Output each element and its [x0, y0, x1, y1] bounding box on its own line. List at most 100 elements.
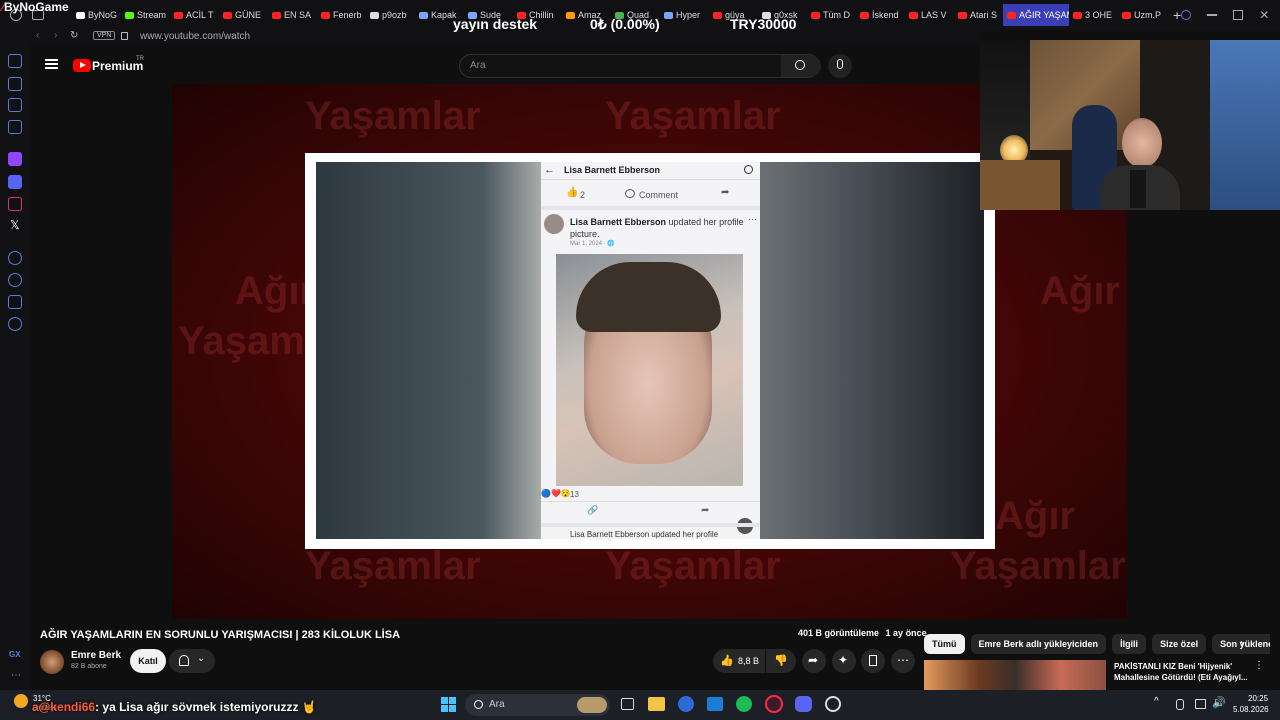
like-icon: 👍 — [566, 187, 579, 198]
x-icon[interactable]: 𝕏 — [10, 218, 20, 232]
messenger-icon[interactable] — [8, 98, 22, 112]
discord-icon[interactable] — [795, 696, 812, 712]
browser-tab[interactable]: GÜNE — [219, 4, 268, 26]
tab-favicon-icon — [76, 11, 85, 19]
tab-label: p9ozb — [382, 10, 407, 20]
browser-tab[interactable]: Tüm D — [807, 4, 856, 26]
vpn-badge[interactable]: VPN — [93, 31, 116, 40]
browser-tab[interactable]: EN SA — [268, 4, 317, 26]
like-button[interactable]: 👍 8,8 B — [713, 649, 765, 673]
search-icon — [795, 60, 805, 70]
close-icon[interactable]: ✕ — [1259, 8, 1269, 22]
bot-icon[interactable] — [8, 77, 22, 91]
bg-word: Ağır — [1040, 269, 1120, 313]
tray-app-icon[interactable] — [1176, 699, 1184, 710]
chevron-down-icon: ⌄ — [197, 653, 206, 664]
browser-tab[interactable]: Atari S — [954, 4, 1003, 26]
chip-uploader[interactable]: Emre Berk adlı yükleyiciden — [970, 634, 1107, 654]
tab-label: Tüm D — [823, 10, 850, 20]
streamer-brand-logo: ⁄ByNoGame — [2, 0, 69, 14]
view-count: 401 B görüntüleme — [798, 628, 880, 638]
browser-tab[interactable]: Fenerb — [317, 4, 366, 26]
tray-chevron-icon[interactable]: ^ — [1154, 696, 1159, 707]
browser-tab[interactable]: AĞIR YAŞAM — [1003, 4, 1069, 26]
lock-icon — [121, 32, 128, 40]
clock-date[interactable]: 5.08.2026 — [1233, 705, 1269, 714]
video-title: AĞIR YAŞAMLARIN EN SORUNLU YARIŞMACISI |… — [40, 629, 401, 641]
taskbar-search[interactable]: Ara — [465, 694, 610, 716]
browser-tab[interactable]: ByNoG — [72, 4, 121, 26]
search-button[interactable] — [781, 55, 821, 77]
join-button[interactable]: Katıl — [130, 649, 166, 673]
url-text[interactable]: www.youtube.com/watch — [140, 31, 250, 42]
chip-for-you[interactable]: Size özel — [1152, 634, 1207, 654]
gx-icon[interactable]: GX — [9, 650, 21, 659]
taskbar-search-input[interactable]: Ara — [489, 699, 505, 710]
box-icon[interactable] — [8, 295, 22, 309]
link-icon: 🔗 — [587, 505, 599, 515]
facebook-post: ← Lisa Barnett Ebberson 👍 2 Comment ➦ Li… — [541, 162, 760, 539]
search-input[interactable]: Ara — [470, 60, 486, 71]
chip-all[interactable]: Tümü — [924, 634, 965, 654]
channel-name[interactable]: Emre Berk — [71, 650, 121, 661]
browser-tab[interactable]: ACİL T — [170, 4, 219, 26]
volume-icon[interactable]: 🔊 — [1212, 696, 1226, 709]
twitch-icon[interactable] — [8, 152, 22, 166]
history-icon[interactable] — [8, 54, 22, 68]
app-icon-2[interactable] — [825, 696, 841, 712]
maximize-icon[interactable] — [1233, 10, 1244, 20]
share-icon: ➦ — [701, 505, 710, 516]
video-player[interactable]: Yaşamlar Yaşamlar Ağır Yaşamlar Ağır Yaş… — [30, 84, 1127, 619]
browser-tab[interactable]: 3 OHE — [1069, 4, 1118, 26]
forward-icon[interactable]: › — [54, 30, 57, 41]
mail-icon[interactable] — [707, 697, 723, 711]
start-icon[interactable] — [441, 697, 456, 712]
comment-icon — [625, 189, 635, 198]
browser-tab[interactable]: LAS V — [905, 4, 954, 26]
dislike-button[interactable]: 👎 — [766, 649, 796, 673]
clock-time[interactable]: 20:25 — [1248, 694, 1268, 703]
tab-favicon-icon — [566, 11, 575, 19]
ask-ai-button[interactable]: ✦ — [832, 649, 856, 673]
opera-gx-icon[interactable] — [765, 695, 783, 713]
instagram-icon[interactable] — [8, 197, 22, 211]
mail-icon[interactable] — [8, 120, 22, 134]
more-options-icon[interactable]: ⋮ — [1254, 660, 1264, 671]
new-tab-button[interactable]: + — [1173, 7, 1181, 23]
browser-tab[interactable]: İskend — [856, 4, 905, 26]
tab-favicon-icon — [419, 11, 428, 19]
browser-tab[interactable]: p9ozb — [366, 4, 415, 26]
more-actions-button[interactable]: ⋯ — [891, 649, 915, 673]
weather-icon[interactable] — [14, 694, 28, 708]
file-explorer-icon[interactable] — [648, 697, 665, 711]
reload-icon[interactable]: ↻ — [70, 30, 78, 41]
channel-avatar[interactable] — [40, 650, 64, 674]
spotify-icon[interactable] — [736, 696, 752, 712]
task-view-icon[interactable] — [621, 698, 634, 710]
clock-icon[interactable] — [8, 273, 22, 287]
app-icon-1[interactable] — [678, 696, 694, 712]
browser-tab[interactable]: Hyper — [660, 4, 709, 26]
network-icon[interactable] — [1195, 699, 1206, 709]
bg-word: Yaşamlar — [950, 544, 1126, 588]
subscribe-bell-button[interactable]: ⌄ — [169, 649, 215, 673]
player-icon[interactable] — [8, 251, 22, 265]
chip-related[interactable]: İlgili — [1112, 634, 1147, 654]
youtube-logo-icon[interactable] — [73, 59, 91, 72]
recommended-video[interactable]: PAKİSTANLI KIZ Beni 'Hijyenik' Mahallesi… — [924, 660, 1280, 690]
minimize-icon[interactable] — [1207, 14, 1218, 16]
tab-label: Uzm.P — [1134, 10, 1161, 20]
browser-tab[interactable]: Stream — [121, 4, 170, 26]
hamburger-menu-icon[interactable] — [45, 59, 58, 69]
settings-icon[interactable] — [8, 317, 22, 331]
voice-search-button[interactable] — [828, 54, 852, 78]
back-arrow-icon: ← — [544, 164, 555, 176]
save-button[interactable] — [861, 649, 885, 673]
discord-icon[interactable] — [8, 175, 22, 189]
chevron-right-icon[interactable]: › — [1240, 636, 1244, 650]
search-icon[interactable] — [1181, 10, 1192, 20]
share-button[interactable]: ➦ — [802, 649, 826, 673]
back-icon[interactable]: ‹ — [36, 30, 39, 41]
more-icon[interactable]: ⋯ — [11, 670, 21, 681]
browser-tab[interactable]: Uzm.P — [1118, 4, 1167, 26]
